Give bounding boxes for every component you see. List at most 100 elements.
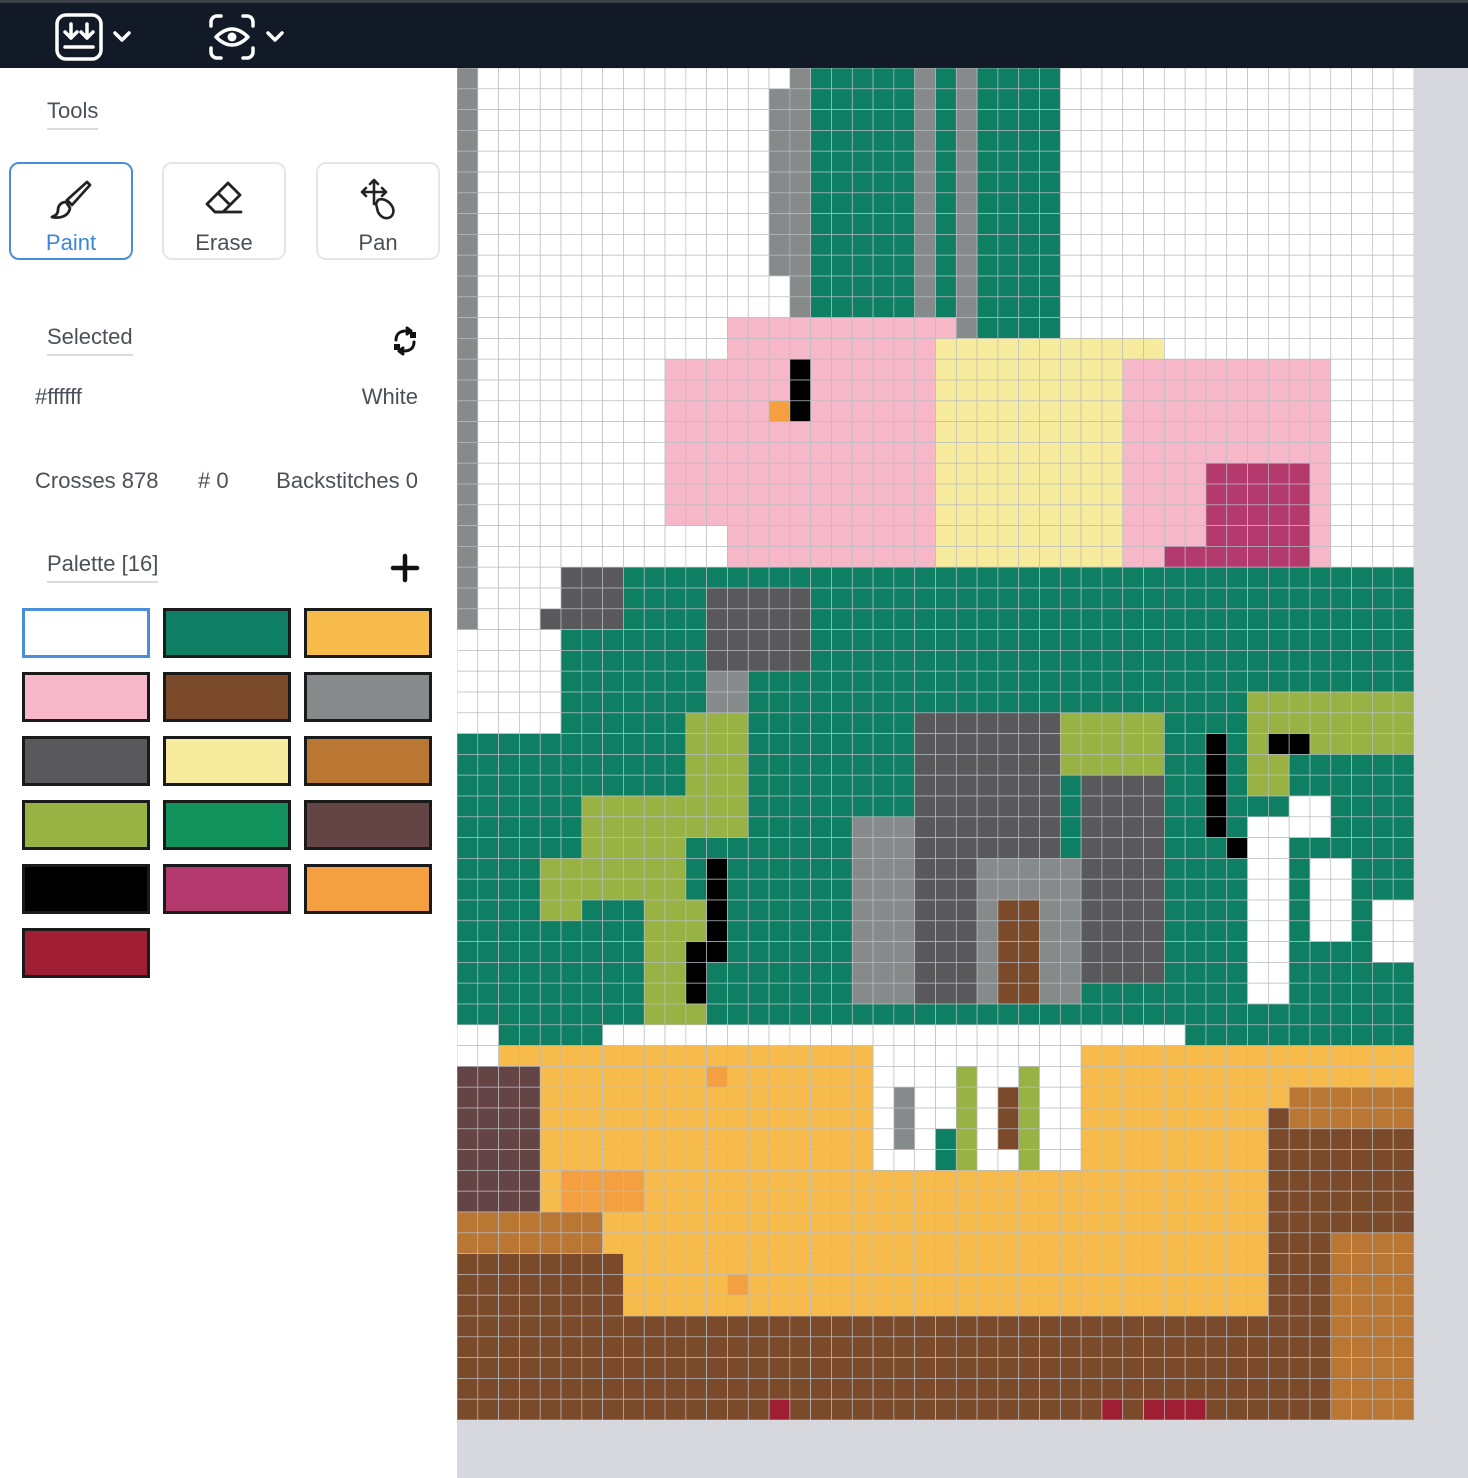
stitch-cell[interactable] [1247,1294,1269,1317]
stitch-cell[interactable] [498,941,520,963]
stitch-cell[interactable] [1059,899,1082,922]
stitch-cell[interactable] [623,878,645,901]
stitch-cell[interactable] [1372,1003,1394,1026]
stitch-cell[interactable] [872,213,895,235]
stitch-cell[interactable] [581,941,603,963]
stitch-cell[interactable] [1059,379,1082,402]
stitch-cell[interactable] [976,1066,999,1088]
stitch-cell[interactable] [1268,150,1290,173]
stitch-cell[interactable] [1351,608,1373,630]
stitch-cell[interactable] [1392,712,1414,734]
stitch-cell[interactable] [768,1003,791,1026]
stitch-cell[interactable] [1018,920,1040,942]
stitch-cell[interactable] [747,982,770,1005]
stitch-cell[interactable] [789,546,812,568]
stitch-cell[interactable] [623,1024,645,1046]
stitch-cell[interactable] [581,1232,603,1254]
stitch-cell[interactable] [643,774,666,797]
stitch-cell[interactable] [1039,1211,1061,1234]
stitch-cell[interactable] [747,795,770,818]
stitch-cell[interactable] [997,670,1020,693]
stitch-cell[interactable] [893,109,916,131]
stitch-cell[interactable] [1309,421,1332,443]
stitch-cell[interactable] [581,109,603,131]
stitch-cell[interactable] [1309,774,1332,797]
stitch-cell[interactable] [747,837,770,859]
stitch-cell[interactable] [893,629,916,651]
stitch-cell[interactable] [623,670,645,693]
stitch-cell[interactable] [477,941,499,963]
stitch-cell[interactable] [831,1045,853,1067]
stitch-cell[interactable] [477,920,499,942]
stitch-cell[interactable] [727,629,749,651]
stitch-cell[interactable] [1039,566,1061,589]
stitch-cell[interactable] [810,1315,832,1338]
stitch-cell[interactable] [1018,982,1040,1005]
stitch-cell[interactable] [914,982,936,1005]
stitch-cell[interactable] [498,358,520,381]
stitch-cell[interactable] [1288,1294,1311,1317]
stitch-cell[interactable] [1268,691,1290,714]
stitch-cell[interactable] [498,254,520,277]
stitch-cell[interactable] [747,1398,770,1420]
stitch-cell[interactable] [560,1357,583,1379]
stitch-cell[interactable] [997,525,1020,547]
stitch-cell[interactable] [1059,608,1082,630]
stitch-cell[interactable] [519,1170,541,1192]
stitch-cell[interactable] [1143,587,1165,610]
stitch-cell[interactable] [831,733,853,755]
stitch-cell[interactable] [1247,733,1269,755]
stitch-cell[interactable] [914,1294,936,1317]
stitch-cell[interactable] [1288,754,1311,776]
stitch-cell[interactable] [706,837,728,859]
stitch-cell[interactable] [1184,1045,1207,1067]
stitch-cell[interactable] [1392,546,1414,568]
stitch-cell[interactable] [477,587,499,610]
stitch-cell[interactable] [560,1211,583,1234]
stitch-cell[interactable] [976,88,999,110]
stitch-cell[interactable] [872,1294,895,1317]
stitch-cell[interactable] [1351,504,1373,526]
stitch-cell[interactable] [851,1003,874,1026]
stitch-cell[interactable] [519,858,541,880]
stitch-cell[interactable] [831,109,853,131]
stitch-cell[interactable] [498,525,520,547]
stitch-cell[interactable] [581,1211,603,1234]
stitch-cell[interactable] [747,421,770,443]
stitch-cell[interactable] [664,837,687,859]
stitch-cell[interactable] [1330,171,1352,194]
stitch-cell[interactable] [747,733,770,755]
stitch-cell[interactable] [831,629,853,651]
stitch-cell[interactable] [1101,296,1124,318]
stitch-cell[interactable] [1330,774,1352,797]
stitch-cell[interactable] [935,483,957,506]
stitch-cell[interactable] [623,712,645,734]
stitch-cell[interactable] [519,1294,541,1317]
stitch-cell[interactable] [477,795,499,818]
stitch-cell[interactable] [1351,941,1373,963]
stitch-cell[interactable] [810,1232,832,1254]
stitch-cell[interactable] [727,650,749,672]
stitch-cell[interactable] [1226,670,1248,693]
stitch-cell[interactable] [1226,774,1248,797]
stitch-cell[interactable] [851,774,874,797]
stitch-cell[interactable] [768,1232,791,1254]
stitch-cell[interactable] [851,754,874,776]
stitch-cell[interactable] [1059,1232,1082,1254]
stitch-cell[interactable] [1018,525,1040,547]
stitch-cell[interactable] [997,130,1020,152]
stitch-cell[interactable] [1226,296,1248,318]
stitch-cell[interactable] [914,962,936,984]
stitch-cell[interactable] [685,1045,708,1067]
stitch-cell[interactable] [1247,691,1269,714]
stitch-cell[interactable] [1039,192,1061,214]
stitch-cell[interactable] [602,213,624,235]
stitch-cell[interactable] [1163,1107,1186,1130]
stitch-cell[interactable] [935,858,957,880]
stitch-cell[interactable] [1205,1232,1228,1254]
stitch-cell[interactable] [893,1315,916,1338]
stitch-cell[interactable] [1122,317,1144,339]
stitch-cell[interactable] [1247,754,1269,776]
stitch-cell[interactable] [1288,941,1311,963]
stitch-cell[interactable] [1080,400,1103,422]
